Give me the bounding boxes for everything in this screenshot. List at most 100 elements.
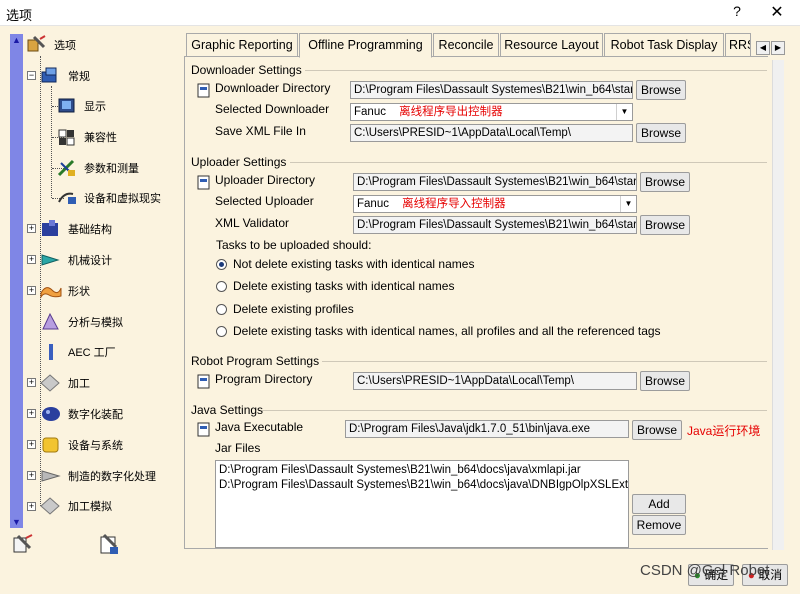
dropdown-arrow-icon[interactable]: ▼ [616,104,632,120]
tree-item-infrastructure[interactable]: 基础结构 [40,217,112,241]
close-button[interactable]: ✕ [768,2,786,22]
radio-dot[interactable] [216,303,227,315]
equipment-icon [40,435,64,455]
radio-dot[interactable] [216,280,227,292]
program-directory-browse-button[interactable]: Browse [640,371,690,391]
uploader-directory-field[interactable]: D:\Program Files\Dassault Systemes\B21\w… [353,173,637,191]
tree-item-general[interactable]: 常规 [40,64,90,88]
help-button[interactable]: ? [730,3,744,19]
tree-item-label: 选项 [54,40,76,52]
tab-robot-task-display[interactable]: Robot Task Display [604,33,724,57]
tree-item-label: 设备与系统 [68,440,123,452]
tab-scroll-left-icon[interactable]: ◀ [756,41,770,55]
radio-delete-all[interactable]: Delete existing tasks with identical nam… [216,324,661,338]
expand-icon[interactable]: + [27,409,36,418]
expand-icon[interactable]: + [27,378,36,387]
tree-item-parameters[interactable]: 参数和测量 [56,156,139,180]
uploader-browse-button[interactable]: Browse [640,172,690,192]
list-item[interactable]: D:\Program Files\Dassault Systemes\B21\w… [219,478,628,493]
java-executable-field[interactable]: D:\Program Files\Java\jdk1.7.0_51\bin\ja… [345,420,629,438]
tree-item-digital-mockup[interactable]: 数字化装配 [40,402,123,426]
radio-delete-profiles[interactable]: Delete existing profiles [216,302,354,316]
expand-icon[interactable]: + [27,286,36,295]
reset-settings-icon[interactable] [96,532,122,558]
tree-item-label: 设备和虚拟现实 [84,193,161,205]
tree-line [51,86,52,198]
expand-icon[interactable]: + [27,502,36,511]
selected-uploader-combo[interactable]: Fanuc 离线程序导入控制器 ▼ [353,195,637,213]
tree-item-analysis[interactable]: 分析与模拟 [40,310,123,334]
expand-icon[interactable]: + [27,440,36,449]
radio-delete-tasks[interactable]: Delete existing tasks with identical nam… [216,279,454,293]
tree-item-machining-sim[interactable]: 加工模拟 [40,494,112,518]
tree-item-devices[interactable]: 设备和虚拟现实 [56,186,161,210]
tree-item-compatibility[interactable]: 兼容性 [56,125,117,149]
program-directory-field[interactable]: C:\Users\PRESID~1\AppData\Local\Temp\ [353,372,637,390]
selected-downloader-combo[interactable]: Fanuc 离线程序导出控制器 ▼ [350,103,633,121]
tree-scrollbar[interactable]: ▲ ▼ [10,34,23,528]
expand-icon[interactable]: + [27,224,36,233]
machining-sim-icon [40,496,64,516]
radio-dot[interactable] [216,325,227,337]
tab-reconcile[interactable]: Reconcile [433,33,499,57]
devices-icon [56,188,80,208]
downloader-directory-label: Downloader Directory [215,81,331,95]
tree-item-display[interactable]: 显示 [56,94,106,118]
tab-graphic-reporting[interactable]: Graphic Reporting [186,33,298,57]
scroll-up-icon[interactable]: ▲ [10,35,23,45]
add-jar-button[interactable]: Add [632,494,686,514]
tasks-label: Tasks to be uploaded should: [216,238,372,252]
remove-jar-button[interactable]: Remove [632,515,686,535]
panel-scrollbar[interactable] [772,60,784,550]
general-icon [40,66,64,86]
xml-validator-field[interactable]: D:\Program Files\Dassault Systemes\B21\w… [353,216,637,234]
tree-item-label: 加工模拟 [68,501,112,513]
expand-icon[interactable]: + [27,255,36,264]
tree-item-label: 显示 [84,101,106,113]
tab-offline-programming[interactable]: Offline Programming [299,33,432,58]
tree-item-label: 参数和测量 [84,163,139,175]
downloader-section-title: Downloader Settings [191,63,302,77]
tree-item-shape[interactable]: 形状 [40,279,90,303]
section-separator [262,410,767,411]
save-xml-browse-button[interactable]: Browse [636,123,686,143]
title-bar: 选项 ? ✕ [0,0,800,26]
jar-files-label: Jar Files [215,441,261,455]
selected-uploader-value: Fanuc [357,198,389,210]
tab-scroll-right-icon[interactable]: ▶ [771,41,785,55]
window-title: 选项 [6,8,33,23]
xml-validator-browse-button[interactable]: Browse [640,215,690,235]
jar-files-list[interactable]: D:\Program Files\Dassault Systemes\B21\w… [215,460,629,548]
tree-item-label: 机械设计 [68,255,112,267]
selected-uploader-label: Selected Uploader [215,194,314,208]
tab-rrs[interactable]: RRS [725,33,751,57]
tree-item-manufacturing[interactable]: 制造的数字化处理 [40,464,156,488]
tree-item-aec[interactable]: AEC 工厂 [40,340,116,364]
save-xml-field[interactable]: C:\Users\PRESID~1\AppData\Local\Temp\ [350,124,633,142]
tree-item-equipment[interactable]: 设备与系统 [40,433,123,457]
downloader-directory-field[interactable]: D:\Program Files\Dassault Systemes\B21\w… [350,81,633,99]
tab-resource-layout[interactable]: Resource Layout [500,33,603,57]
lock-settings-icon[interactable] [10,532,36,558]
section-separator [290,162,767,163]
radio-label: Delete existing tasks with identical nam… [233,279,455,293]
tree-item-root[interactable]: 选项 [26,33,76,57]
tree-item-mechanical[interactable]: 机械设计 [40,248,112,272]
expand-icon[interactable]: + [27,471,36,480]
scroll-down-icon[interactable]: ▼ [10,517,23,527]
dropdown-arrow-icon[interactable]: ▼ [620,196,636,212]
list-item[interactable]: D:\Program Files\Dassault Systemes\B21\w… [219,463,625,478]
downloader-note: 离线程序导出控制器 [399,106,503,118]
java-executable-label: Java Executable [215,420,304,434]
section-separator [305,70,767,71]
section-separator [322,361,767,362]
java-browse-button[interactable]: Browse [632,420,682,440]
tree-item-machining[interactable]: 加工 [40,371,90,395]
collapse-icon[interactable]: − [27,71,36,80]
radio-dot-checked[interactable] [216,258,227,270]
tree-item-label: 数字化装配 [68,409,123,421]
compatibility-icon [56,127,80,147]
mechanical-icon [40,250,64,270]
downloader-browse-button[interactable]: Browse [636,80,686,100]
radio-not-delete[interactable]: Not delete existing tasks with identical… [216,257,474,271]
